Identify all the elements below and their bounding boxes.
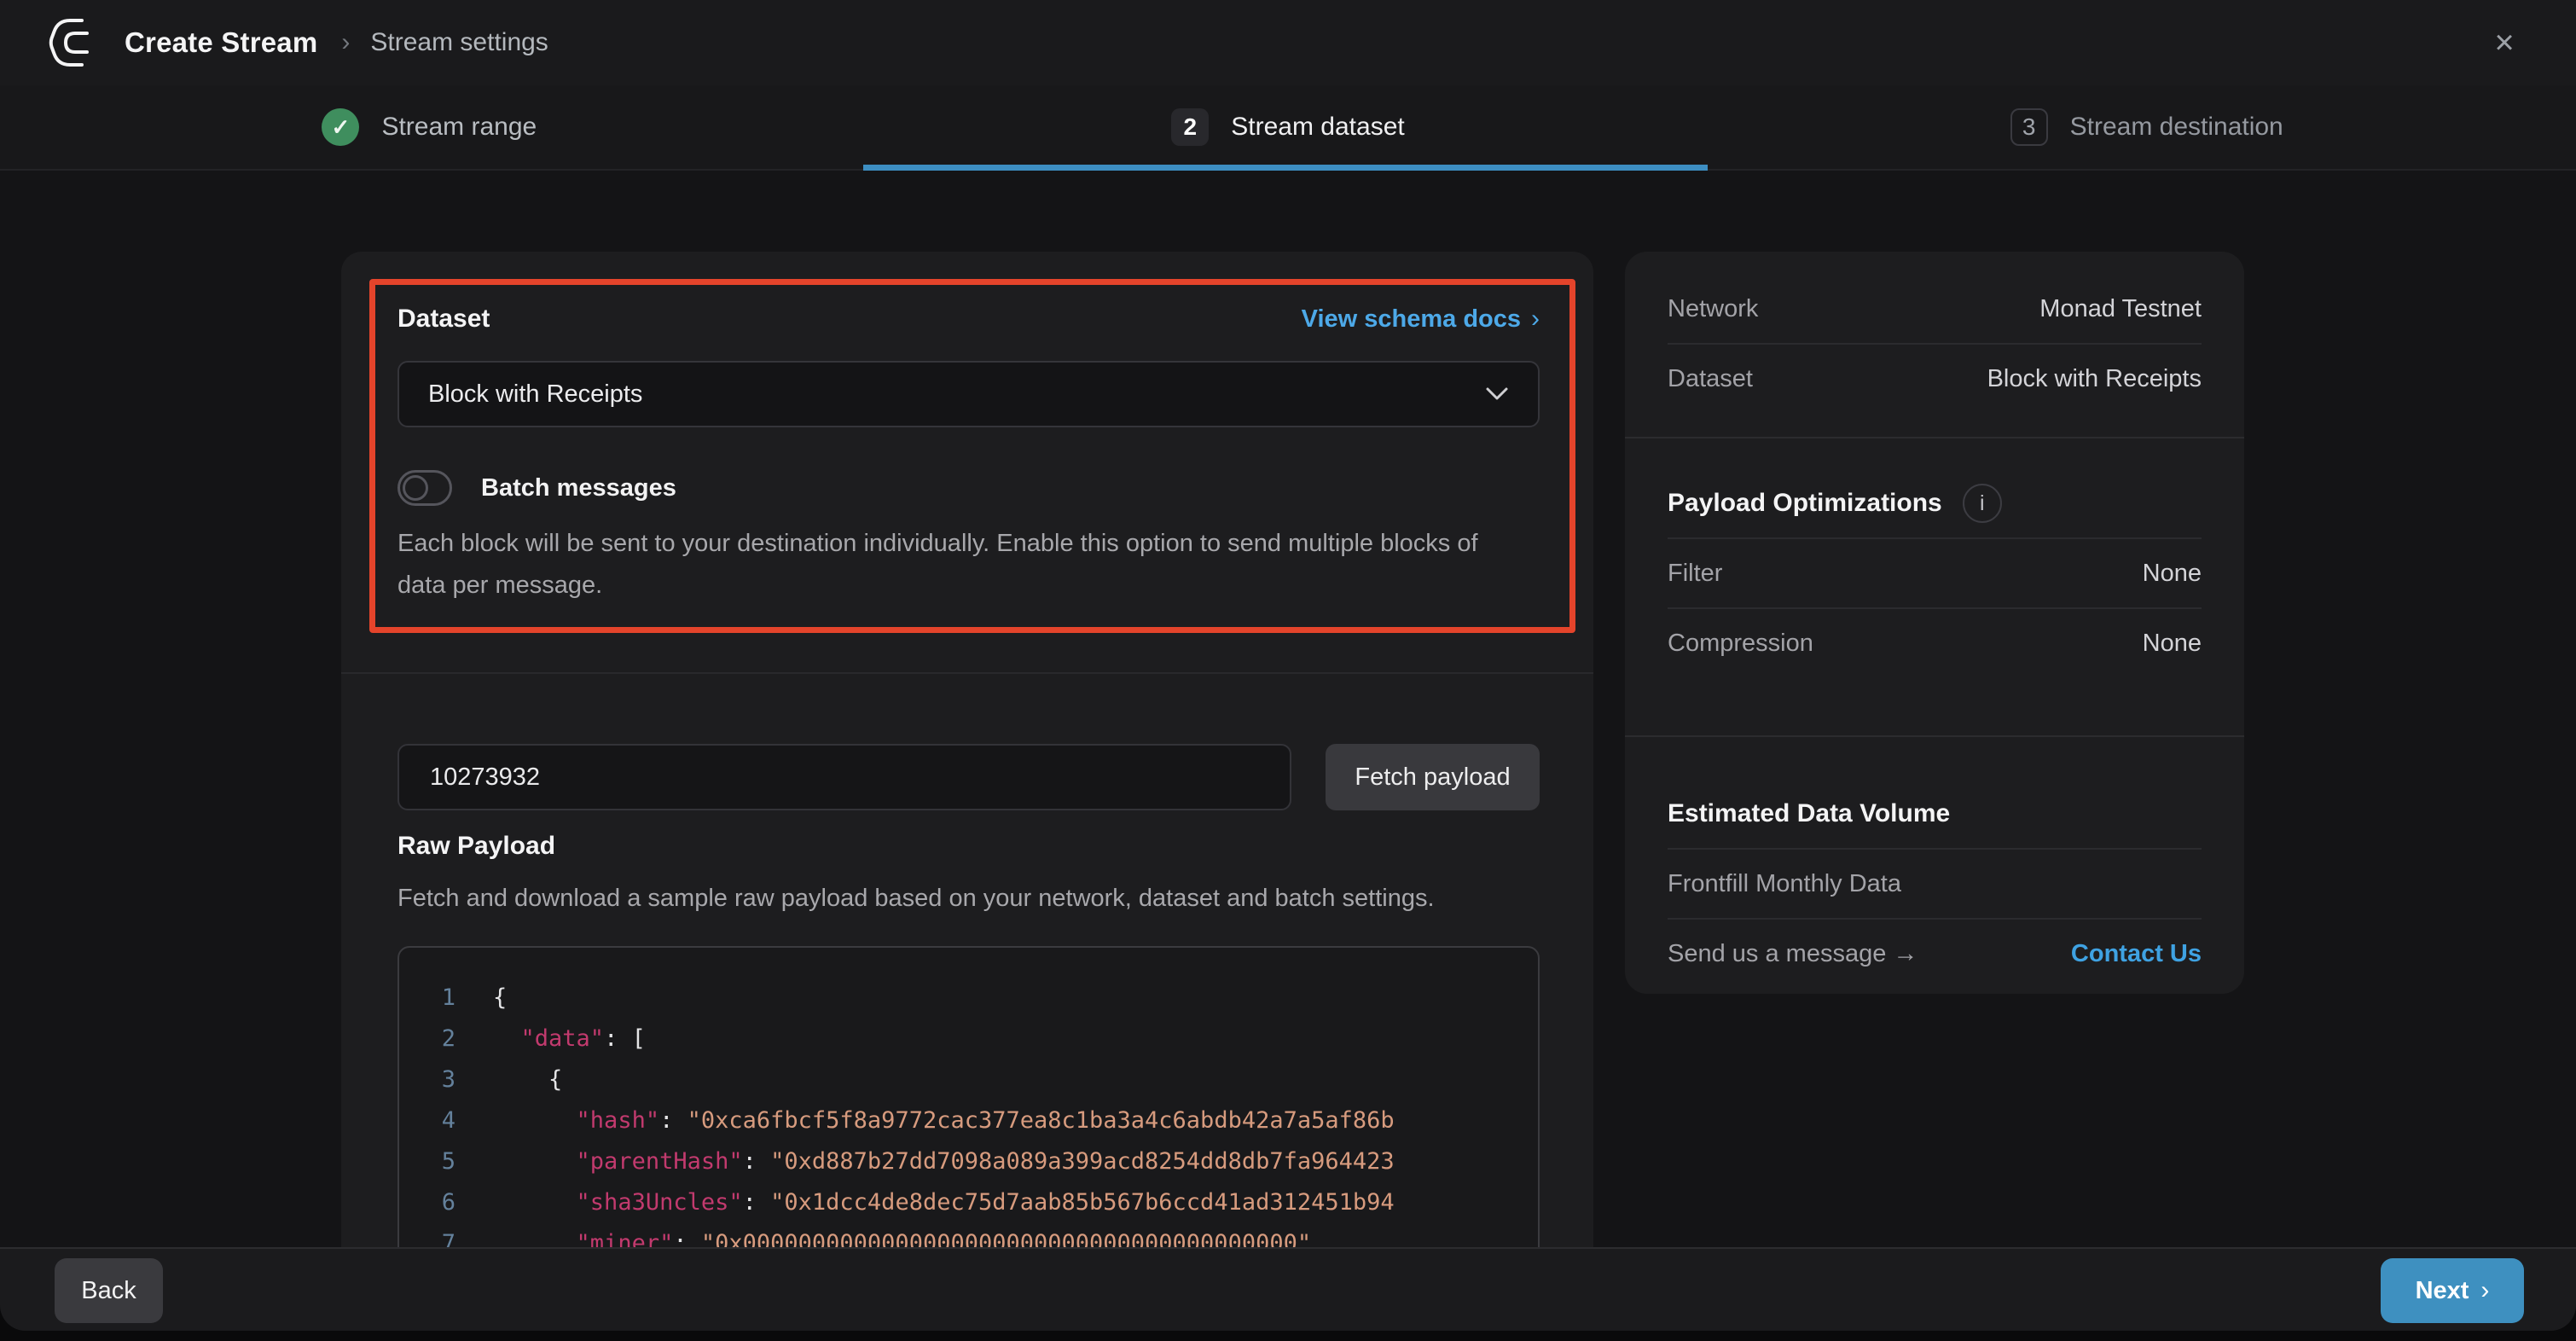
payload-optimizations-header: Payload Optimizations i [1625,469,2244,537]
active-tab-underline [863,165,1708,171]
page-title: Create Stream [125,26,317,59]
code-line: 1{ [399,977,1538,1018]
code-line: 5 "parentHash": "0xd887b27dd7098a089a399… [399,1141,1538,1181]
estimated-data-volume-header: Estimated Data Volume [1625,780,2244,848]
tab-stream-destination[interactable]: 3 Stream destination [1717,85,2576,169]
section-divider [1625,437,2244,438]
chevron-right-icon: › [2480,1276,2489,1305]
row-label: Filter [1668,560,1722,588]
stream-logo-icon [48,17,102,68]
code-line: 4 "hash": "0xca6fbcf5f8a9772cac377ea8c1b… [399,1100,1538,1141]
chevron-right-icon: › [1531,305,1540,334]
content-area: Dataset View schema docs › Block with Re… [0,172,2576,1331]
dataset-select-value: Block with Receipts [428,380,642,409]
summary-row-dataset: Dataset Block with Receipts [1625,345,2244,413]
view-schema-docs-link[interactable]: View schema docs › [1302,305,1540,334]
create-stream-modal: Create Stream › Stream settings × ✓ Stre… [0,0,2576,1331]
section-divider [1625,735,2244,737]
step-number-badge: 2 [1171,108,1209,146]
code-lines: 1{2 "data": [3 {4 "hash": "0xca6fbcf5f8a… [399,977,1538,1263]
code-line: 2 "data": [ [399,1018,1538,1059]
section-title: Payload Optimizations [1668,489,1942,518]
batch-messages-label: Batch messages [481,474,676,502]
row-value: None [2143,630,2202,658]
row-label: Dataset [1668,365,1753,393]
breadcrumb: Stream settings [370,28,548,57]
block-number-input[interactable] [397,744,1291,810]
row-label: Network [1668,295,1758,323]
row-label: Frontfill Monthly Data [1668,870,1901,898]
step-bar: ✓ Stream range 2 Stream dataset 3 Stream… [0,85,2576,171]
batch-messages-toggle[interactable] [397,470,452,506]
dataset-select[interactable]: Block with Receipts [397,361,1540,427]
raw-payload-title: Raw Payload [397,832,555,861]
line-number: 5 [399,1148,455,1175]
line-number: 6 [399,1189,455,1216]
summary-row-compression: Compression None [1625,609,2244,677]
line-number: 4 [399,1107,455,1134]
summary-row-filter: Filter None [1625,539,2244,607]
chevron-down-icon [1485,386,1509,402]
section-title: Estimated Data Volume [1668,799,1950,828]
info-icon[interactable]: i [1963,484,2002,523]
step-label: Stream dataset [1231,113,1404,142]
tab-stream-dataset[interactable]: 2 Stream dataset [859,85,1718,169]
raw-payload-description: Fetch and download a sample raw payload … [397,885,1435,913]
line-number: 2 [399,1025,455,1052]
stream-summary-card: Network Monad Testnet Dataset Block with… [1625,252,2244,994]
modal-header: Create Stream › Stream settings × [0,0,2576,85]
contact-us-link[interactable]: Contact Us [2071,940,2202,968]
line-number: 1 [399,984,455,1011]
summary-row-contact: Send us a message → Contact Us [1625,920,2244,988]
summary-row-network: Network Monad Testnet [1625,275,2244,343]
close-icon[interactable]: × [2480,19,2528,67]
tab-stream-range[interactable]: ✓ Stream range [0,85,859,169]
summary-row-frontfill: Frontfill Monthly Data [1625,850,2244,918]
code-line: 6 "sha3Uncles": "0x1dcc4de8dec75d7aab85b… [399,1181,1538,1222]
back-button[interactable]: Back [55,1258,163,1323]
stream-dataset-card: Dataset View schema docs › Block with Re… [341,252,1593,1331]
row-value: Block with Receipts [1987,365,2202,393]
check-circle-icon: ✓ [322,108,359,146]
schema-link-text: View schema docs [1302,305,1521,334]
next-button-label: Next [2416,1277,2469,1305]
line-number: 3 [399,1066,455,1093]
step-label: Stream range [381,113,537,142]
step-number-badge: 3 [2010,108,2048,146]
breadcrumb-separator: › [341,28,350,57]
batch-messages-description: Each block will be sent to your destinat… [397,523,1532,607]
row-label: Send us a message → [1668,940,1917,968]
row-label: Compression [1668,630,1813,658]
code-line: 3 { [399,1059,1538,1100]
step-label: Stream destination [2070,113,2283,142]
row-value: Monad Testnet [2039,295,2202,323]
row-value: None [2143,560,2202,588]
modal-footer: Back Next › [0,1247,2576,1331]
section-divider [341,672,1593,674]
toggle-knob [403,475,428,501]
dataset-label: Dataset [397,305,490,334]
fetch-payload-button[interactable]: Fetch payload [1326,744,1540,810]
next-button[interactable]: Next › [2381,1258,2524,1323]
